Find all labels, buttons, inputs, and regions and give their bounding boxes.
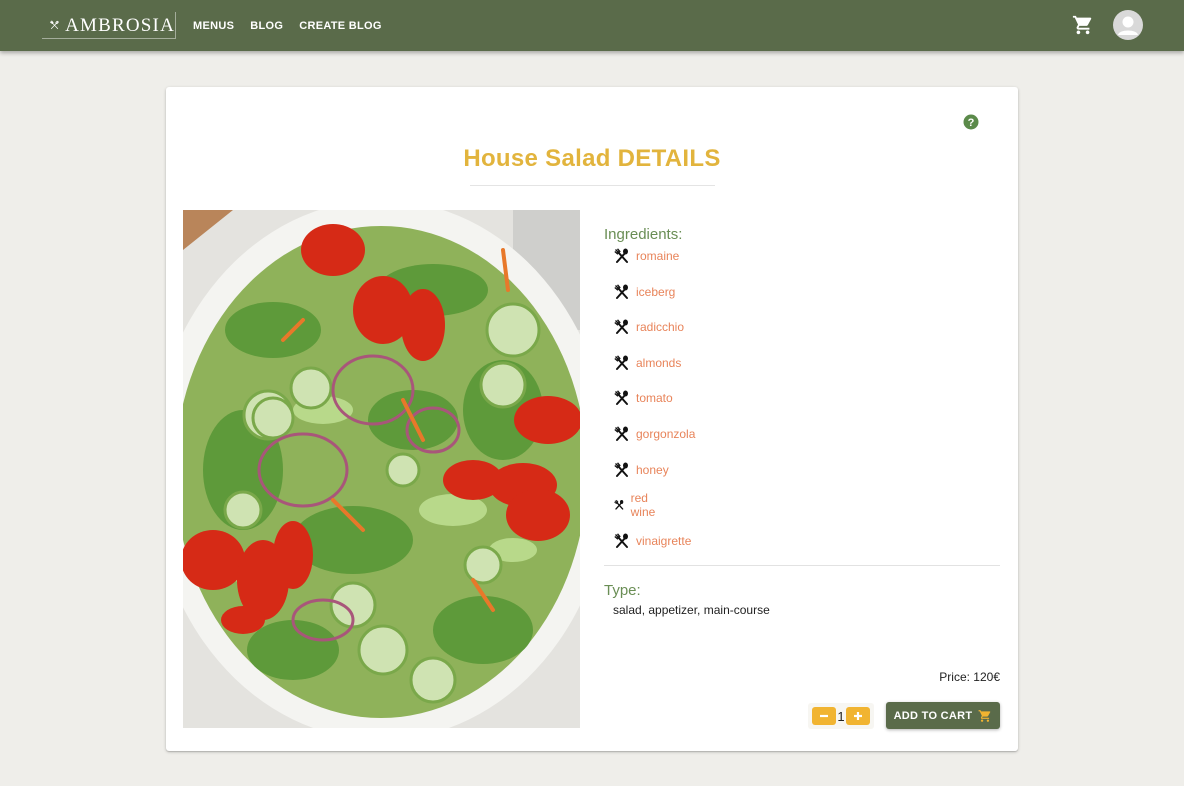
add-to-cart-button[interactable]: ADD TO CART: [886, 702, 1000, 729]
list-item: romaine: [614, 247, 679, 265]
type-value: salad, appetizer, main-course: [613, 603, 770, 617]
app-bar: AMBROSIA MENUS BLOG CREATE BLOG: [0, 0, 1184, 51]
title-underline: [470, 185, 715, 186]
minus-icon: [820, 714, 828, 718]
user-avatar[interactable]: [1113, 10, 1143, 40]
quantity-value: 1: [837, 708, 845, 724]
cart-icon: [1072, 15, 1092, 35]
list-item: iceberg: [614, 283, 675, 301]
cart-button[interactable]: [1072, 14, 1094, 36]
ingredient-gorgonzola[interactable]: gorgonzola: [636, 427, 695, 441]
list-item: gorgonzola: [614, 425, 695, 443]
nav-blog[interactable]: BLOG: [250, 20, 283, 32]
decrement-button[interactable]: [812, 707, 836, 725]
brand-name: AMBROSIA: [65, 14, 175, 36]
type-label: Type:: [604, 582, 641, 599]
utensils-crossed-icon: [614, 319, 628, 335]
utensils-crossed-icon: [614, 390, 628, 406]
user-icon: [1118, 16, 1138, 35]
list-item: tomato: [614, 389, 673, 407]
increment-button[interactable]: [845, 707, 870, 725]
dish-detail-card: ? House Salad DETAILS Ingredients: romai…: [166, 87, 1018, 751]
help-icon[interactable]: ?: [963, 114, 979, 130]
list-item: honey: [614, 461, 669, 479]
brand-logo[interactable]: AMBROSIA: [42, 12, 176, 39]
ingredient-vinaigrette[interactable]: vinaigrette: [636, 534, 691, 548]
quantity-stepper: 1: [808, 703, 874, 729]
list-item: radicchio: [614, 318, 684, 336]
utensils-crossed-icon: [614, 500, 624, 510]
utensils-crossed-icon: [614, 355, 628, 370]
nav-menus[interactable]: MENUS: [193, 20, 234, 32]
ingredient-almonds[interactable]: almonds: [636, 356, 681, 370]
price-text: Price: 120€: [939, 670, 1000, 684]
utensils-crossed-icon: [614, 426, 628, 441]
ingredient-red-wine[interactable]: red wine: [631, 491, 661, 519]
add-to-cart-label: ADD TO CART: [893, 709, 973, 722]
ingredient-honey[interactable]: honey: [636, 463, 669, 477]
utensils-logo-icon: [50, 20, 59, 30]
ingredient-tomato[interactable]: tomato: [636, 391, 673, 405]
utensils-crossed-icon: [614, 533, 628, 548]
page-title: House Salad DETAILS: [463, 145, 721, 172]
cart-icon: [979, 709, 991, 722]
ingredient-romaine[interactable]: romaine: [636, 249, 679, 263]
list-item: vinaigrette: [614, 532, 691, 550]
svg-text:?: ?: [968, 117, 975, 129]
list-item: almonds: [614, 354, 681, 372]
section-divider: [604, 565, 1000, 566]
dish-image: [183, 210, 580, 728]
ingredient-radicchio[interactable]: radicchio: [636, 320, 684, 334]
utensils-crossed-icon: [614, 283, 628, 299]
plus-icon: [853, 712, 862, 720]
ingredient-iceberg[interactable]: iceberg: [636, 285, 675, 299]
ingredients-label: Ingredients:: [604, 226, 683, 243]
list-item: red wine: [614, 491, 661, 519]
utensils-crossed-icon: [614, 248, 628, 263]
nav-create-blog[interactable]: CREATE BLOG: [299, 20, 382, 32]
utensils-crossed-icon: [614, 461, 628, 477]
main-nav: MENUS BLOG CREATE BLOG: [193, 0, 398, 51]
